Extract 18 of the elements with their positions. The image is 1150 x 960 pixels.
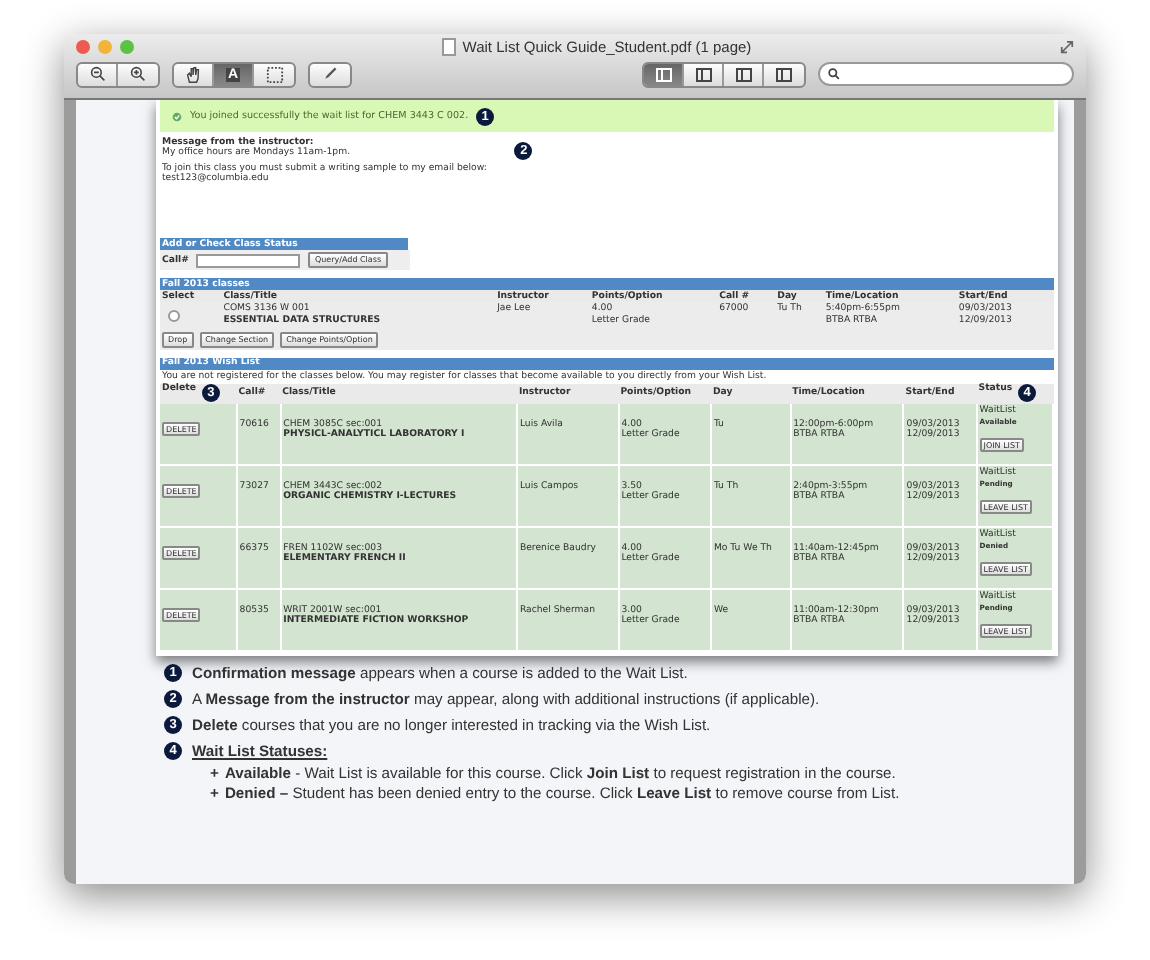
search-field[interactable] [818, 62, 1074, 86]
document-icon [442, 37, 457, 55]
layout-icon [695, 67, 711, 81]
layout-icon [655, 67, 671, 81]
close-icon[interactable] [76, 39, 90, 53]
selection-icon [265, 65, 283, 83]
zoom-in-icon [130, 66, 146, 82]
layout-icon [776, 67, 792, 81]
zoom-out-icon [89, 66, 105, 82]
check-icon [172, 111, 182, 121]
radio-button[interactable] [168, 310, 180, 322]
call-number-field[interactable] [196, 253, 301, 267]
search-icon [828, 68, 840, 80]
fullscreen-icon[interactable] [1060, 39, 1074, 53]
view-mode-button[interactable] [644, 63, 684, 85]
layout-icon [735, 67, 751, 81]
pencil-icon [322, 66, 338, 82]
hand-icon [184, 65, 202, 83]
